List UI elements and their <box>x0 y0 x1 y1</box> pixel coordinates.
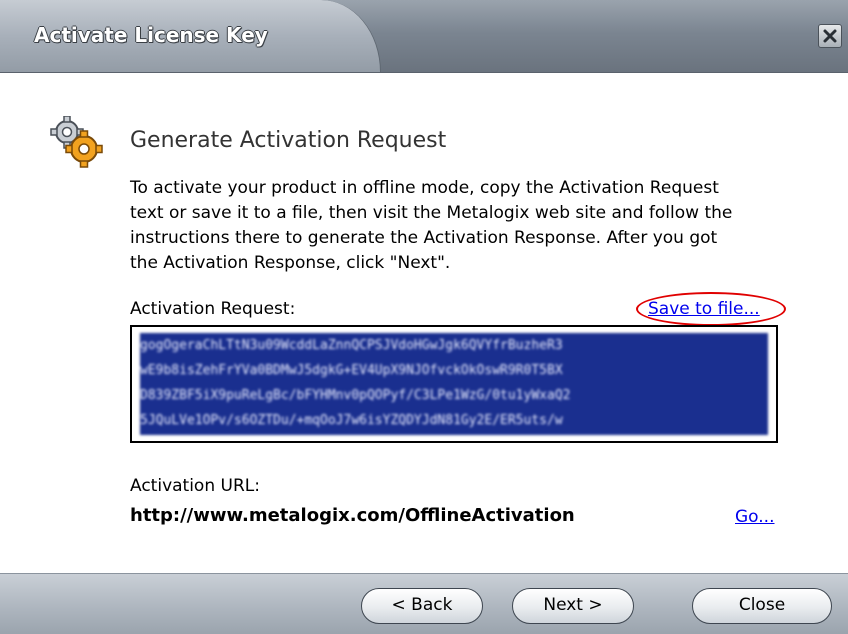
close-button[interactable]: Close <box>692 588 832 624</box>
activation-request-text[interactable]: gogOgeraChLTtN3u09WcddLaZnnQCPSJVdoHGwJg… <box>140 333 768 435</box>
save-to-file-link[interactable]: Save to file... <box>648 299 760 319</box>
activation-request-label: Activation Request: <box>130 299 296 319</box>
close-icon <box>823 29 837 43</box>
activate-license-dialog: Activate License Key Generate Activation… <box>0 0 848 634</box>
go-link[interactable]: Go... <box>735 507 775 527</box>
gear-icon <box>50 115 104 172</box>
title-bar[interactable]: Activate License Key <box>0 0 848 73</box>
instructions-text: To activate your product in offline mode… <box>130 178 733 273</box>
page-heading: Generate Activation Request <box>130 128 447 153</box>
activation-request-box[interactable]: gogOgeraChLTtN3u09WcddLaZnnQCPSJVdoHGwJg… <box>130 325 778 443</box>
window-close-button[interactable] <box>818 24 842 48</box>
back-button[interactable]: < Back <box>361 588 483 624</box>
window-title: Activate License Key <box>34 23 268 47</box>
next-button[interactable]: Next > <box>512 588 634 624</box>
activation-url-value: http://www.metalogix.com/OfflineActivati… <box>130 505 575 526</box>
activation-url-label: Activation URL: <box>130 476 260 496</box>
